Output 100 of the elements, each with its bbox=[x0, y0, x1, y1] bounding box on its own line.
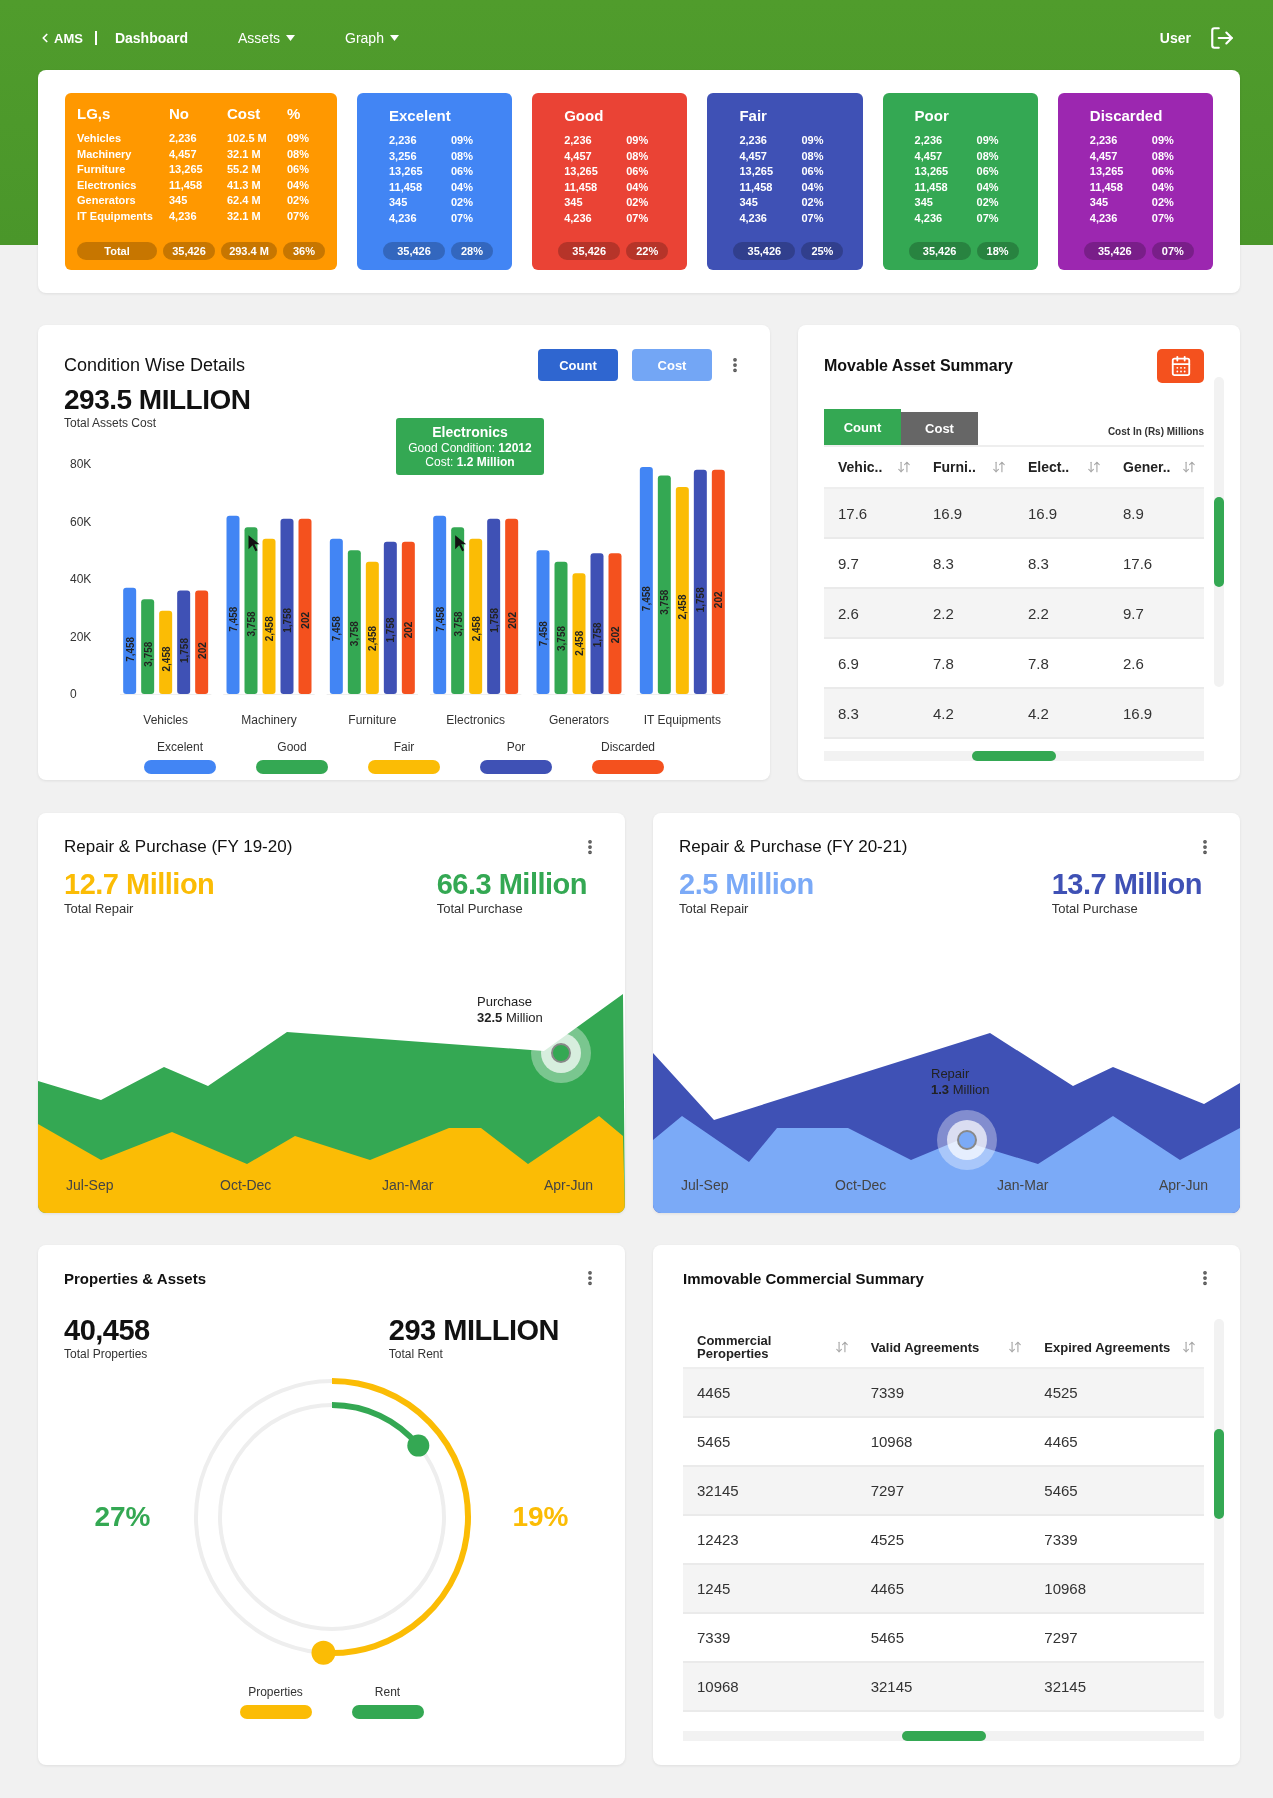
sort-icon[interactable] bbox=[1087, 460, 1101, 474]
axis-label: Jul-Sep bbox=[66, 1177, 114, 1193]
card-title: Repair & Purchase (FY 20-21) bbox=[679, 837, 909, 857]
card-title: Properties & Assets bbox=[64, 1269, 207, 1287]
marker-icon bbox=[937, 1110, 997, 1170]
table-cell-text: 02% bbox=[287, 193, 311, 208]
table-cell-text: 10968 bbox=[696, 1678, 740, 1695]
bar-value-label: 3,758 bbox=[349, 620, 361, 646]
table-cell-text: 345 bbox=[1089, 195, 1110, 210]
axis-label: Jul-Sep bbox=[681, 1177, 729, 1193]
toggle-button[interactable]: Count bbox=[538, 349, 618, 381]
scrollbar-thumb[interactable] bbox=[901, 1731, 986, 1741]
table-cell-text: 62.4 M bbox=[227, 193, 262, 208]
marker-value: 1.3 Million bbox=[931, 1082, 990, 1098]
table-cell-text: 4,457 bbox=[169, 146, 198, 162]
card-title: Poor bbox=[914, 107, 950, 125]
table-cell-text: 7297 bbox=[869, 1482, 906, 1499]
tab[interactable]: Cost bbox=[901, 412, 978, 445]
table-cell-text: 4525 bbox=[869, 1531, 906, 1548]
table-cell-text: 08% bbox=[287, 146, 311, 162]
bar-value-label: 202 bbox=[300, 611, 311, 629]
table-cell-text: 11,458 bbox=[169, 177, 204, 193]
table-cell-text: 17.6 bbox=[1122, 554, 1154, 572]
table-cell-text: 12423 bbox=[696, 1531, 740, 1548]
axis-label: Apr-Jun bbox=[1159, 1177, 1209, 1193]
nav-item[interactable]: Dashboard bbox=[114, 30, 188, 46]
table-cell-text: Electronics bbox=[77, 177, 138, 193]
scrollbar-thumb[interactable] bbox=[1214, 497, 1224, 587]
table-cell-text: 7.8 bbox=[932, 654, 955, 672]
stat-label: Total Rent bbox=[388, 1346, 443, 1361]
total-pill: 28% bbox=[451, 242, 493, 260]
table-cell-text: 4465 bbox=[1043, 1433, 1079, 1450]
tab[interactable]: Count bbox=[824, 409, 901, 445]
percent-value: 19% bbox=[511, 1500, 570, 1533]
logout-icon[interactable] bbox=[1209, 25, 1235, 51]
table-cell-text: 09% bbox=[801, 133, 825, 148]
bar-value-label: 7,458 bbox=[124, 636, 136, 662]
bar-value-label: 7,458 bbox=[538, 620, 549, 646]
table-cell-text: 13,265 bbox=[564, 164, 599, 179]
bar-value-label: 7,458 bbox=[641, 585, 653, 611]
toggle-button[interactable]: Cost bbox=[632, 349, 712, 381]
table-cell-text: 4,457 bbox=[739, 148, 768, 164]
table-cell-text: 04% bbox=[287, 177, 311, 193]
table-cell-text: 5465 bbox=[869, 1629, 906, 1646]
bar-value-label: 3,758 bbox=[452, 611, 464, 637]
sort-icon[interactable] bbox=[992, 460, 1006, 474]
table-cell-text: 7339 bbox=[869, 1384, 906, 1401]
calendar-button[interactable] bbox=[1157, 349, 1204, 383]
bar-value-label: 1,758 bbox=[282, 607, 293, 633]
table-cell-text: 2,236 bbox=[1089, 133, 1119, 148]
table-cell-text: 345 bbox=[389, 195, 409, 210]
axis-label: Jan-Mar bbox=[382, 1177, 434, 1193]
column-header: Valid Agreements bbox=[870, 1340, 981, 1354]
stat-value: 293 MILLION bbox=[388, 1315, 559, 1347]
table-cell-text: 7.8 bbox=[1027, 654, 1050, 672]
table-cell-text: 08% bbox=[801, 148, 825, 164]
table-cell-text: 04% bbox=[626, 179, 650, 195]
table-cell-text: 07% bbox=[976, 210, 1000, 226]
bar-value-label: 202 bbox=[610, 626, 621, 643]
axis-label: Apr-Jun bbox=[544, 1177, 594, 1193]
nav-item[interactable]: Assets bbox=[238, 30, 296, 46]
table-cell-text: 08% bbox=[626, 148, 650, 164]
table-cell-text: 2.2 bbox=[932, 604, 955, 622]
column-header: No bbox=[169, 105, 190, 123]
nav-item[interactable]: Graph bbox=[345, 30, 399, 46]
calendar-icon bbox=[1169, 355, 1192, 377]
sort-icon[interactable] bbox=[834, 1340, 849, 1354]
table-cell-text: 06% bbox=[801, 164, 825, 179]
category-label: Generators bbox=[549, 712, 609, 727]
bar-value-label: 7,458 bbox=[434, 606, 446, 632]
stat-label: Total Purchase bbox=[436, 900, 523, 916]
bar-value-label: 2,458 bbox=[264, 616, 275, 642]
table-cell-text: 2,236 bbox=[564, 133, 593, 148]
table-cell-text: 5465 bbox=[1043, 1482, 1079, 1499]
total-pill: 35,426 bbox=[1083, 242, 1146, 260]
total-value: 293.5 MILLION bbox=[64, 385, 251, 416]
sort-icon[interactable] bbox=[1008, 1340, 1023, 1354]
table-cell-text: 4,236 bbox=[914, 210, 944, 226]
total-pill: 35,426 bbox=[733, 242, 796, 260]
scrollbar-thumb[interactable] bbox=[972, 751, 1056, 761]
sort-icon[interactable] bbox=[1182, 460, 1196, 474]
back-link[interactable]: AMS bbox=[38, 30, 83, 46]
bar-value-label: 202 bbox=[506, 611, 518, 629]
table-cell-text: 4.2 bbox=[932, 704, 955, 722]
legend-label: Fair bbox=[393, 739, 415, 754]
table-cell-text: 11,458 bbox=[389, 179, 424, 195]
table-cell-text: 06% bbox=[626, 164, 650, 179]
table-cell-text: 7339 bbox=[1043, 1531, 1079, 1548]
sort-icon[interactable] bbox=[1182, 1340, 1196, 1354]
marker-label: Repair bbox=[931, 1066, 971, 1082]
column-header: Expired Agreements bbox=[1044, 1340, 1172, 1354]
sort-icon[interactable] bbox=[897, 460, 911, 474]
table-cell-text: 4,457 bbox=[914, 148, 944, 164]
table-cell-text: 06% bbox=[1151, 164, 1175, 179]
legend-label: Rent bbox=[374, 1684, 401, 1699]
table-cell-text: 4465 bbox=[869, 1580, 906, 1597]
table-cell-text: 16.9 bbox=[932, 504, 964, 522]
scrollbar-thumb[interactable] bbox=[1214, 1429, 1224, 1519]
column-header: Furni.. bbox=[933, 460, 977, 474]
table-cell-text: 07% bbox=[287, 208, 311, 224]
